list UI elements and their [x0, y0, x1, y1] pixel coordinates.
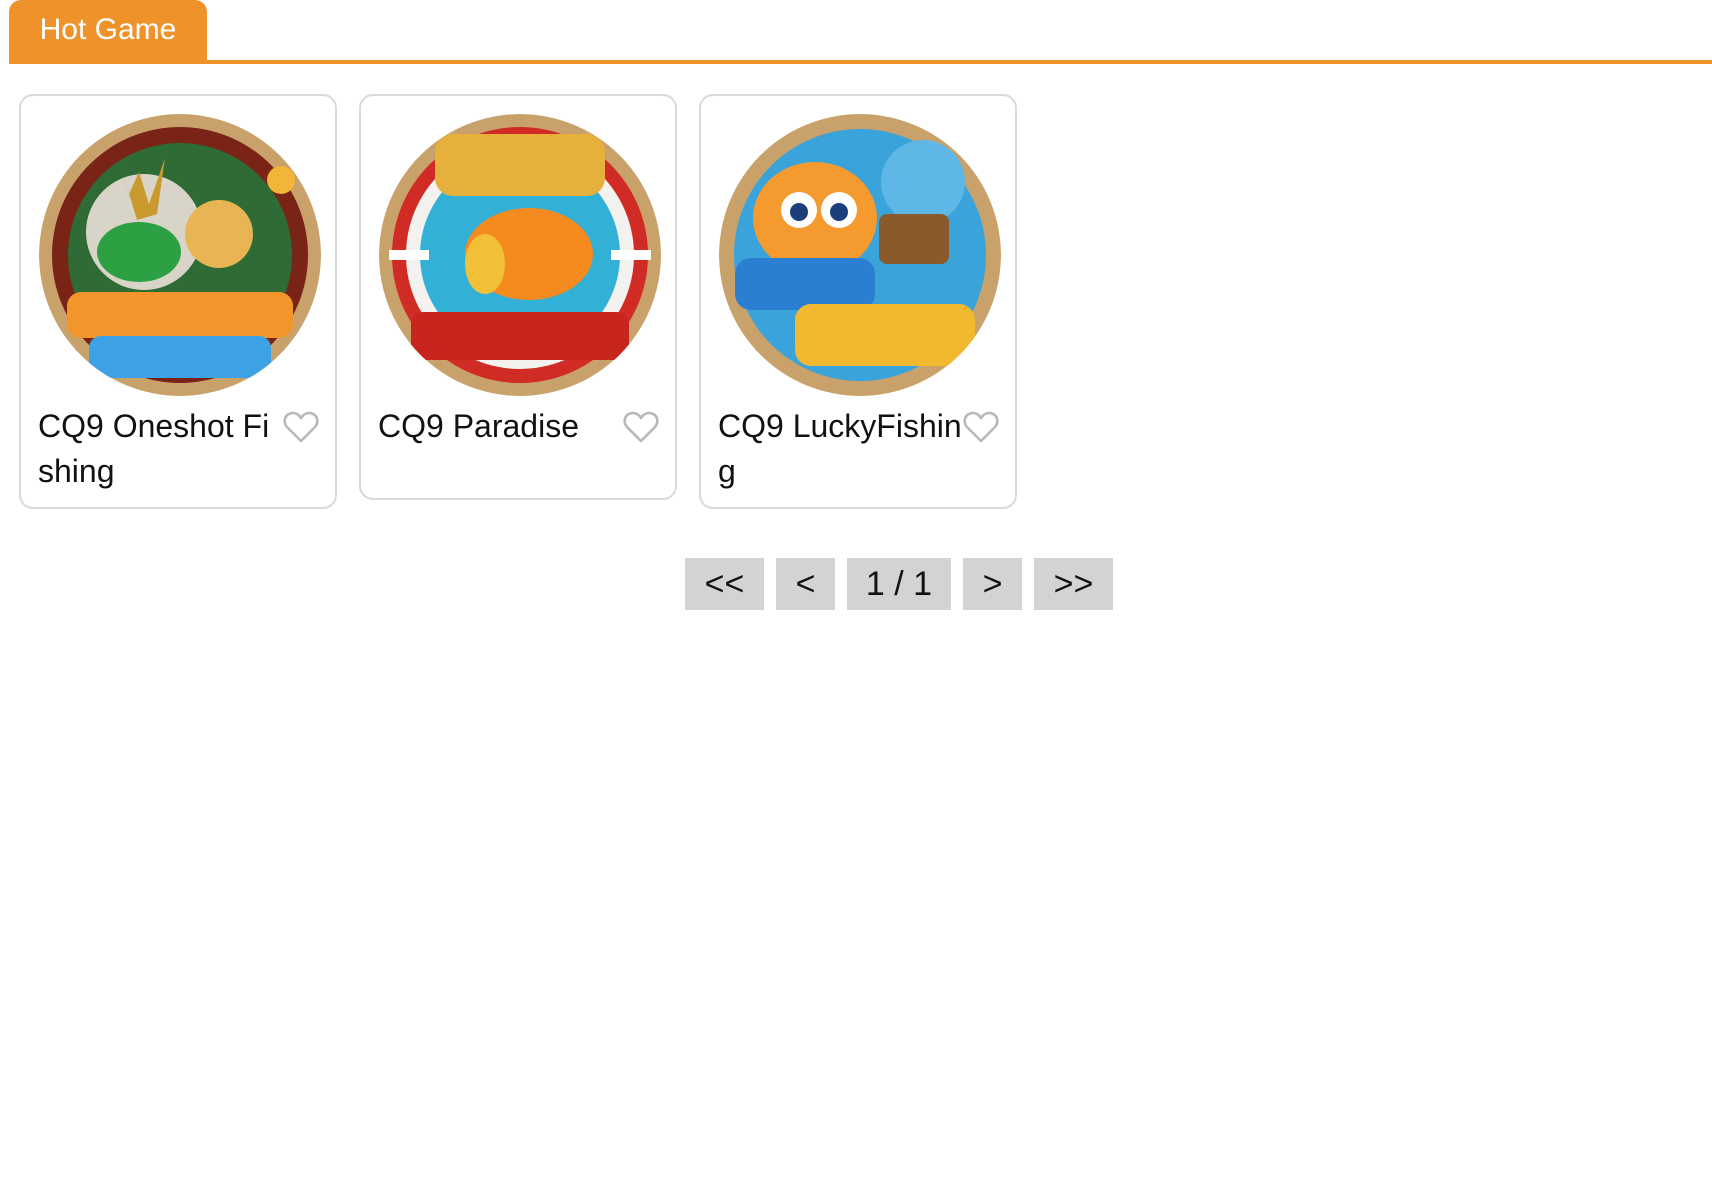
game-title[interactable]: CQ9 Paradise — [378, 404, 624, 449]
paradise-thumbnail[interactable] — [379, 114, 661, 396]
oneshot-fishing-thumbnail[interactable] — [39, 114, 321, 396]
lucky-fishing-thumbnail[interactable] — [719, 114, 1001, 396]
heart-outline-icon[interactable] — [623, 410, 659, 444]
page-indicator: 1 / 1 — [847, 558, 951, 610]
hot-game-header: Hot Game — [9, 0, 1712, 66]
heart-outline-icon[interactable] — [283, 410, 319, 444]
first-page-button[interactable]: << — [685, 558, 764, 610]
next-page-button[interactable]: > — [963, 558, 1022, 610]
game-title[interactable]: CQ9 LuckyFishing — [718, 404, 964, 494]
last-page-button[interactable]: >> — [1034, 558, 1113, 610]
prev-page-button[interactable]: < — [776, 558, 835, 610]
game-card-lucky-fishing[interactable]: CQ9 LuckyFishing — [699, 94, 1017, 509]
game-title[interactable]: CQ9 Oneshot Fishing — [38, 404, 284, 494]
game-card-oneshot-fishing[interactable]: CQ9 Oneshot Fishing — [19, 94, 337, 509]
heart-outline-icon[interactable] — [963, 410, 999, 444]
game-card-paradise[interactable]: CQ9 Paradise — [359, 94, 677, 500]
header-divider — [9, 60, 1712, 64]
tab-hot-game[interactable]: Hot Game — [9, 0, 207, 63]
